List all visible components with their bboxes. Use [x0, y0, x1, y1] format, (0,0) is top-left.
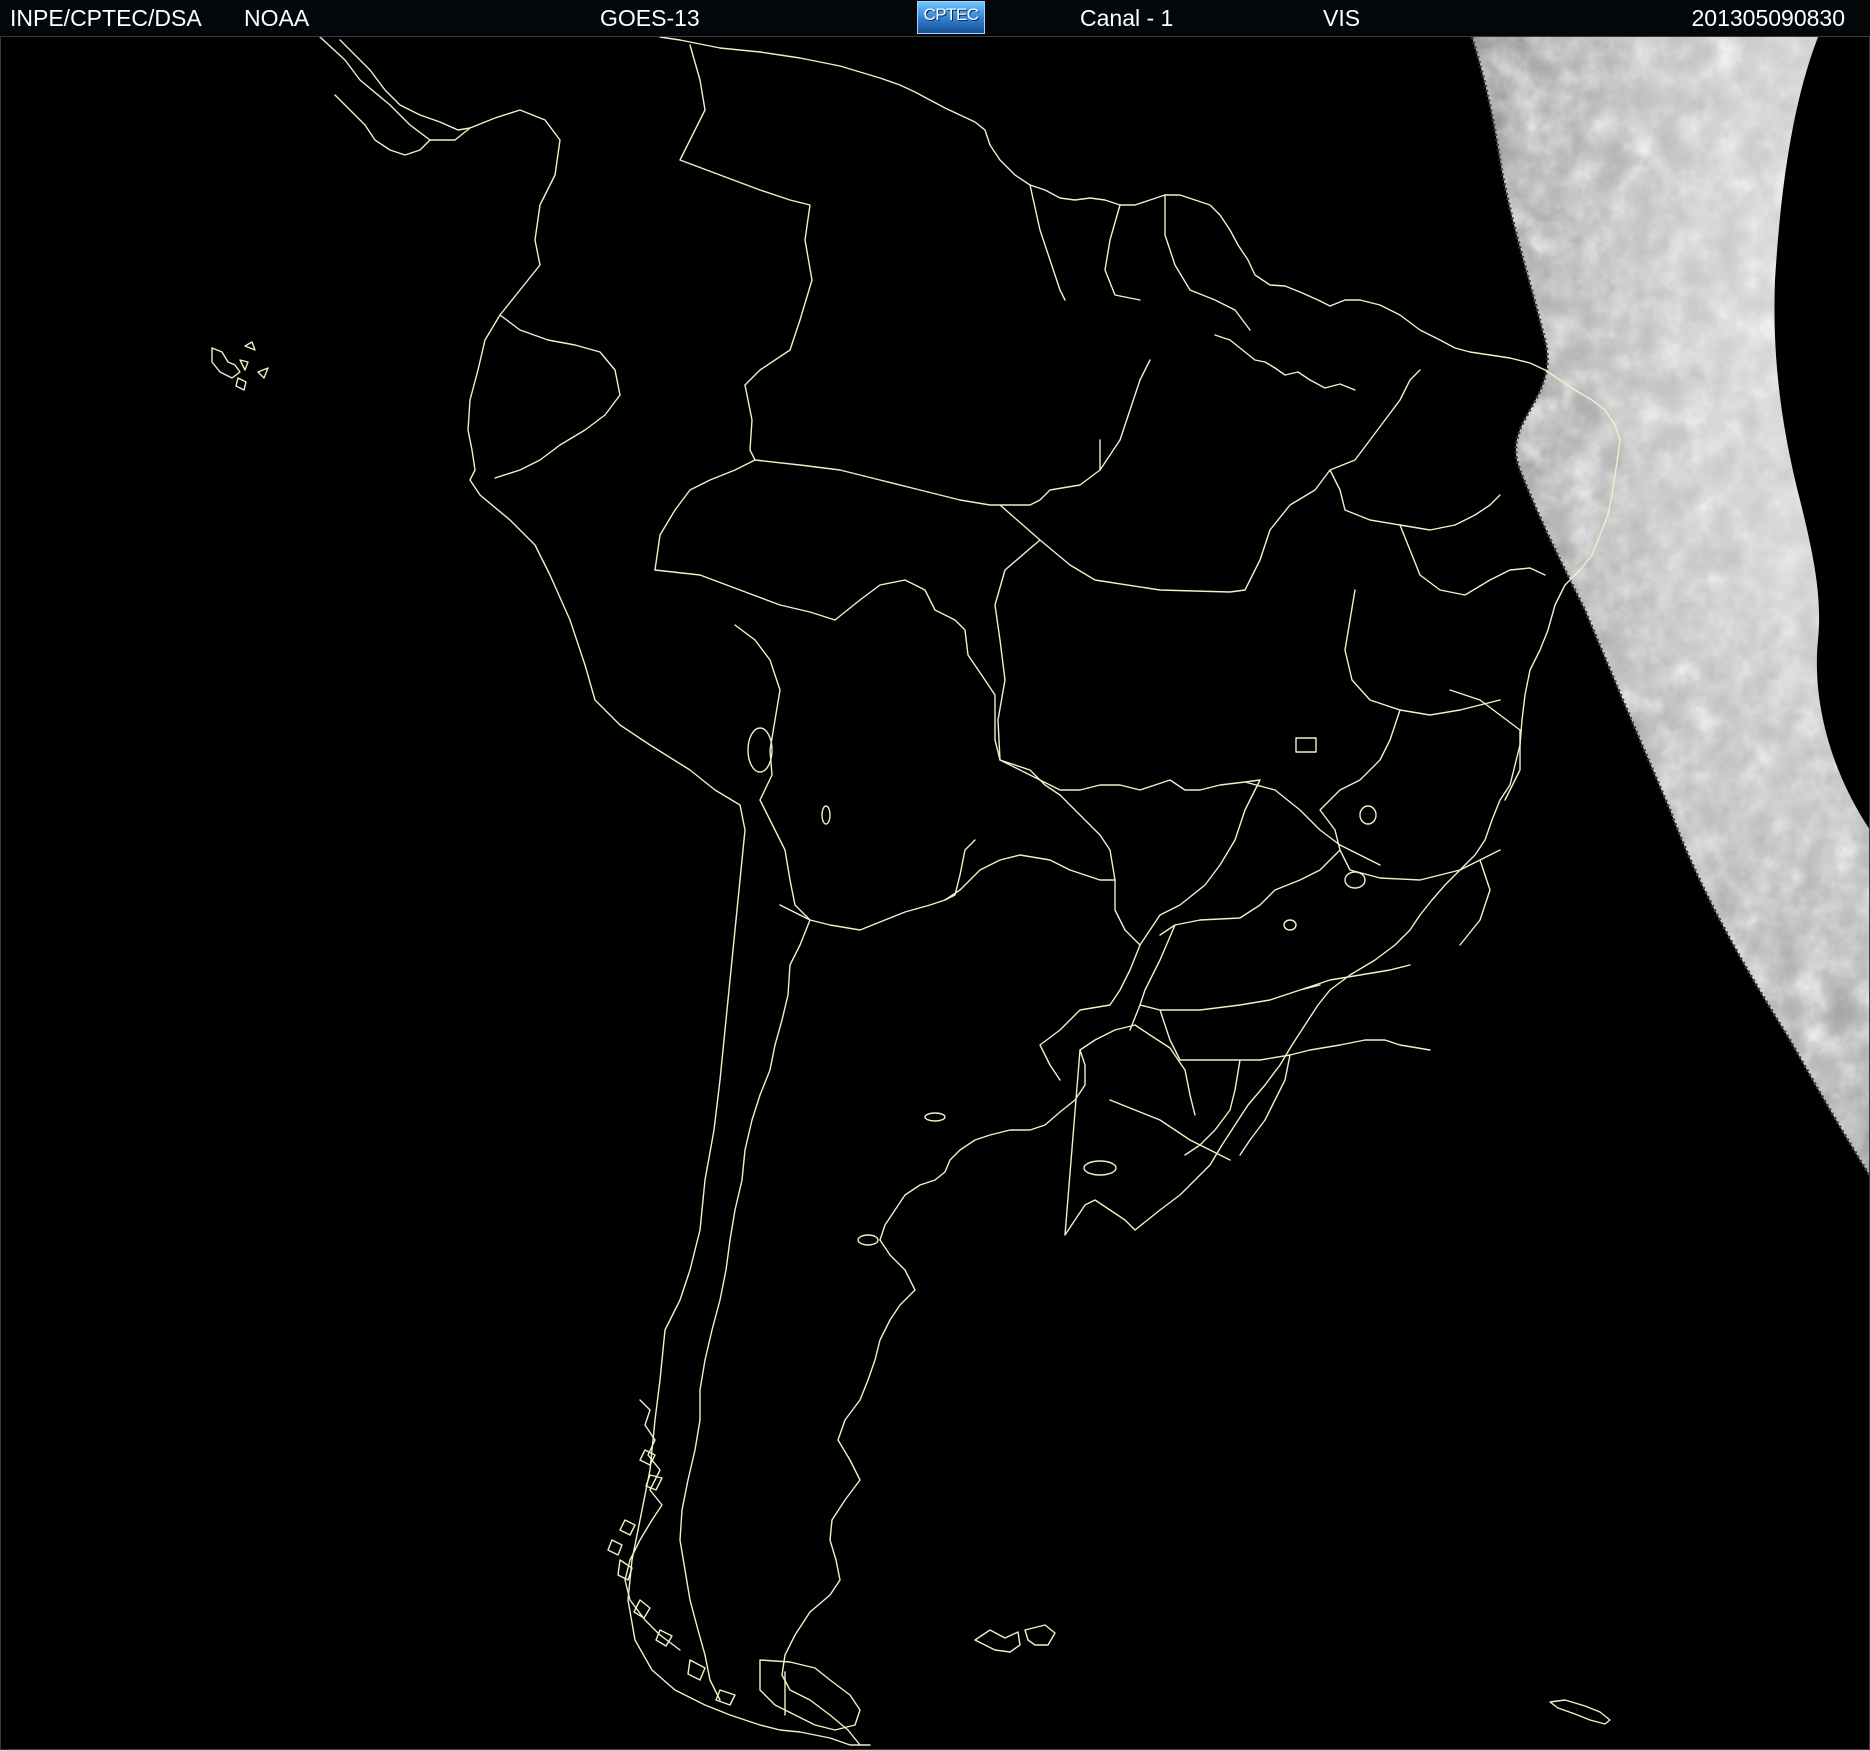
cptec-logo: CPTEC	[917, 1, 985, 34]
header-bar: INPE/CPTEC/DSA NOAA GOES-13 CPTEC Canal …	[0, 0, 1870, 37]
band-label: VIS	[1323, 5, 1361, 31]
satellite-label: GOES-13	[600, 5, 700, 31]
source-label: NOAA	[244, 5, 310, 31]
logo-text: CPTEC	[923, 5, 979, 24]
map-canvas	[0, 36, 1870, 1750]
satellite-image-viewer: INPE/CPTEC/DSA NOAA GOES-13 CPTEC Canal …	[0, 0, 1870, 1750]
timestamp-label: 201305090830	[1691, 5, 1846, 31]
agency-label: INPE/CPTEC/DSA	[10, 5, 202, 31]
channel-label: Canal - 1	[1080, 5, 1174, 31]
